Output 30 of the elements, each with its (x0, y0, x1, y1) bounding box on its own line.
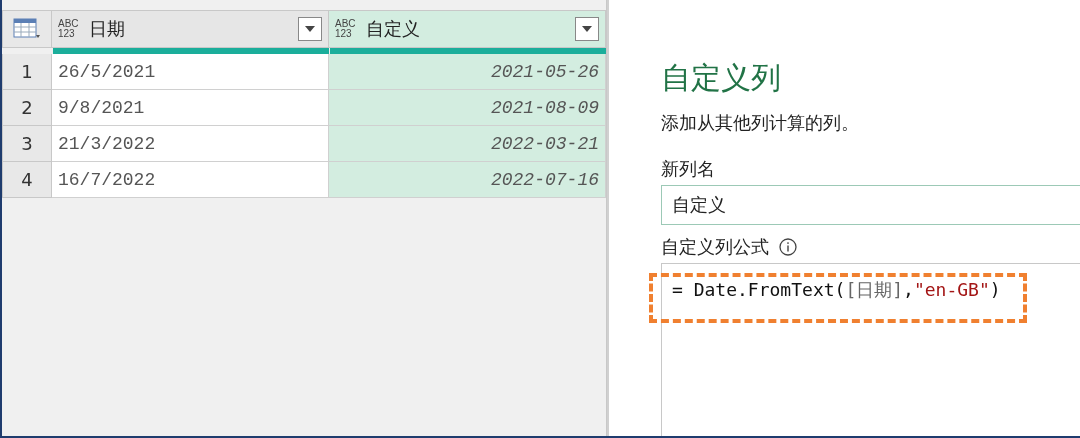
field-label: 自定义列公式 (661, 235, 769, 259)
type-label: ABC 123 (335, 19, 356, 39)
row-number: 2 (2, 90, 52, 126)
table-menu-button[interactable] (2, 10, 52, 48)
type-label: ABC 123 (58, 19, 79, 39)
column-name: 日期 (88, 17, 126, 41)
caret-icon (305, 26, 315, 32)
table-cell: 9/8/2021 (52, 90, 329, 126)
column-name: 自定义 (365, 17, 421, 41)
filter-dropdown-button[interactable] (575, 17, 599, 41)
caret-icon (582, 26, 592, 32)
row-number: 1 (2, 54, 52, 90)
row-number: 4 (2, 162, 52, 198)
dialog-title: 自定义列 (661, 59, 782, 97)
table-cell: 2022-03-21 (329, 126, 606, 162)
table-cell: 2022-07-16 (329, 162, 606, 198)
filter-dropdown-button[interactable] (298, 17, 322, 41)
table-cell: 2021-08-09 (329, 90, 606, 126)
row-number: 3 (2, 126, 52, 162)
table-cell: 26/5/2021 (52, 54, 329, 90)
formula-editor[interactable]: = Date.FromText([日期],"en-GB") (661, 263, 1080, 436)
dialog-subtitle: 添加从其他列计算的列。 (661, 111, 860, 135)
formula-text: = Date.FromText([日期],"en-GB") (672, 278, 1002, 302)
input-field[interactable]: 自定义 (661, 185, 1080, 225)
table-cell: 21/3/2022 (52, 126, 329, 162)
field-label: 新列名 (661, 157, 716, 181)
table-icon (13, 18, 41, 40)
info-icon (779, 238, 797, 256)
table-cell: 2021-05-26 (329, 54, 606, 90)
table-cell: 16/7/2022 (52, 162, 329, 198)
